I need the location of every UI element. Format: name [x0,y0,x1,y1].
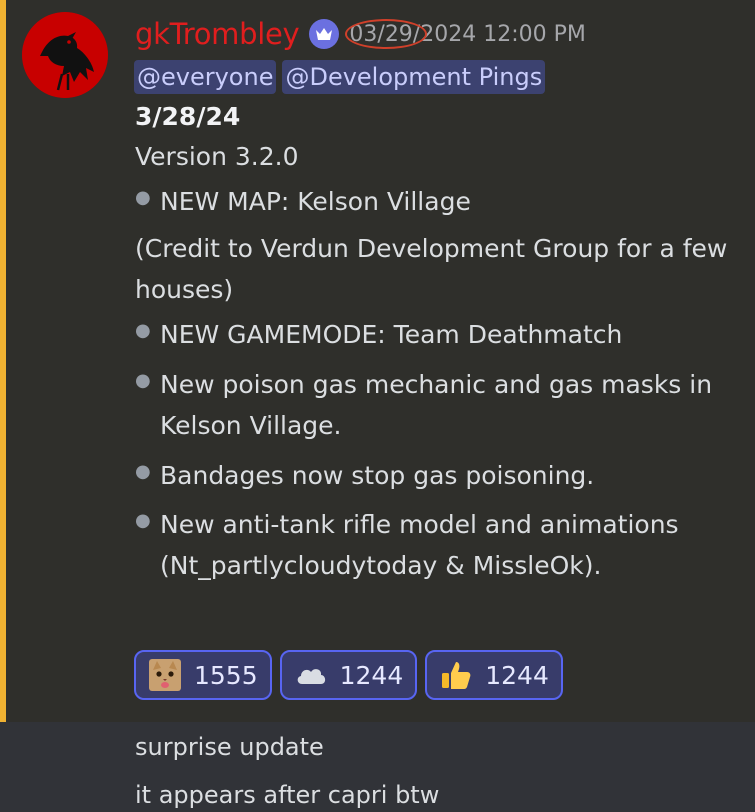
list-item: ● New poison gas mechanic and gas masks … [135,364,720,446]
crown-icon [309,19,340,49]
reaction-count: 1244 [339,660,404,690]
list-item: ● Bandages now stop gas poisoning. [135,455,720,496]
username[interactable]: gkTrombley [135,17,300,51]
message-container [0,0,755,722]
list-item-text: NEW GAMEMODE: Team Deathmatch [160,320,623,349]
mention-development-pings[interactable]: @Development Pings [282,60,546,94]
bullet-dot: ● [135,187,151,208]
reaction-cloud[interactable]: 1244 [279,650,418,700]
raven-avatar-icon [22,12,108,98]
credit-text: (Credit to Verdun Development Group for … [135,234,728,304]
reaction-count: 1244 [485,660,549,690]
list-item-text: New poison gas mechanic and gas masks in… [160,370,713,440]
reaction-thumbs-up[interactable]: 1244 [425,650,563,700]
list-item-text: NEW MAP: Kelson Village [160,187,471,216]
list-item-text: New anti-tank rifle model and animations… [160,510,679,580]
list-item: ● NEW GAMEMODE: Team Deathmatch [135,314,720,355]
mentions: @everyone @Development Pings [134,60,546,94]
version-line: Version 3.2.0 [135,142,299,171]
avatar[interactable] [22,12,108,98]
reactions: 1555 1244 1244 [134,650,563,700]
timestamp[interactable]: 03/29/2024 12:00 PM [345,18,586,49]
bullet-dot: ● [135,461,151,482]
list-item: ● NEW MAP: Kelson Village [135,181,720,222]
bullet-dot: ● [135,370,151,391]
cloud-icon [294,658,328,692]
date-annotation-circle [345,18,428,49]
mention-everyone[interactable]: @everyone [134,60,277,94]
list-item-text: Bandages now stop gas poisoning. [160,461,595,490]
bullet-dot: ● [135,320,151,341]
message-header: gkTrombley 03/29/2024 12:00 PM [135,14,586,54]
followup-message: it appears after capri btw [135,781,440,809]
release-date: 3/28/24 [135,102,241,131]
timestamp-rest: /2024 12:00 PM [412,21,586,47]
list-item: ● New anti-tank rifle model and animatio… [135,504,720,586]
reaction-cat[interactable]: 1555 [134,650,272,700]
followup-message: surprise update [135,733,324,761]
bullet-dot: ● [135,510,151,531]
reaction-count: 1555 [194,660,258,690]
cat-face-icon [148,658,182,692]
thumbs-up-icon [439,658,473,692]
